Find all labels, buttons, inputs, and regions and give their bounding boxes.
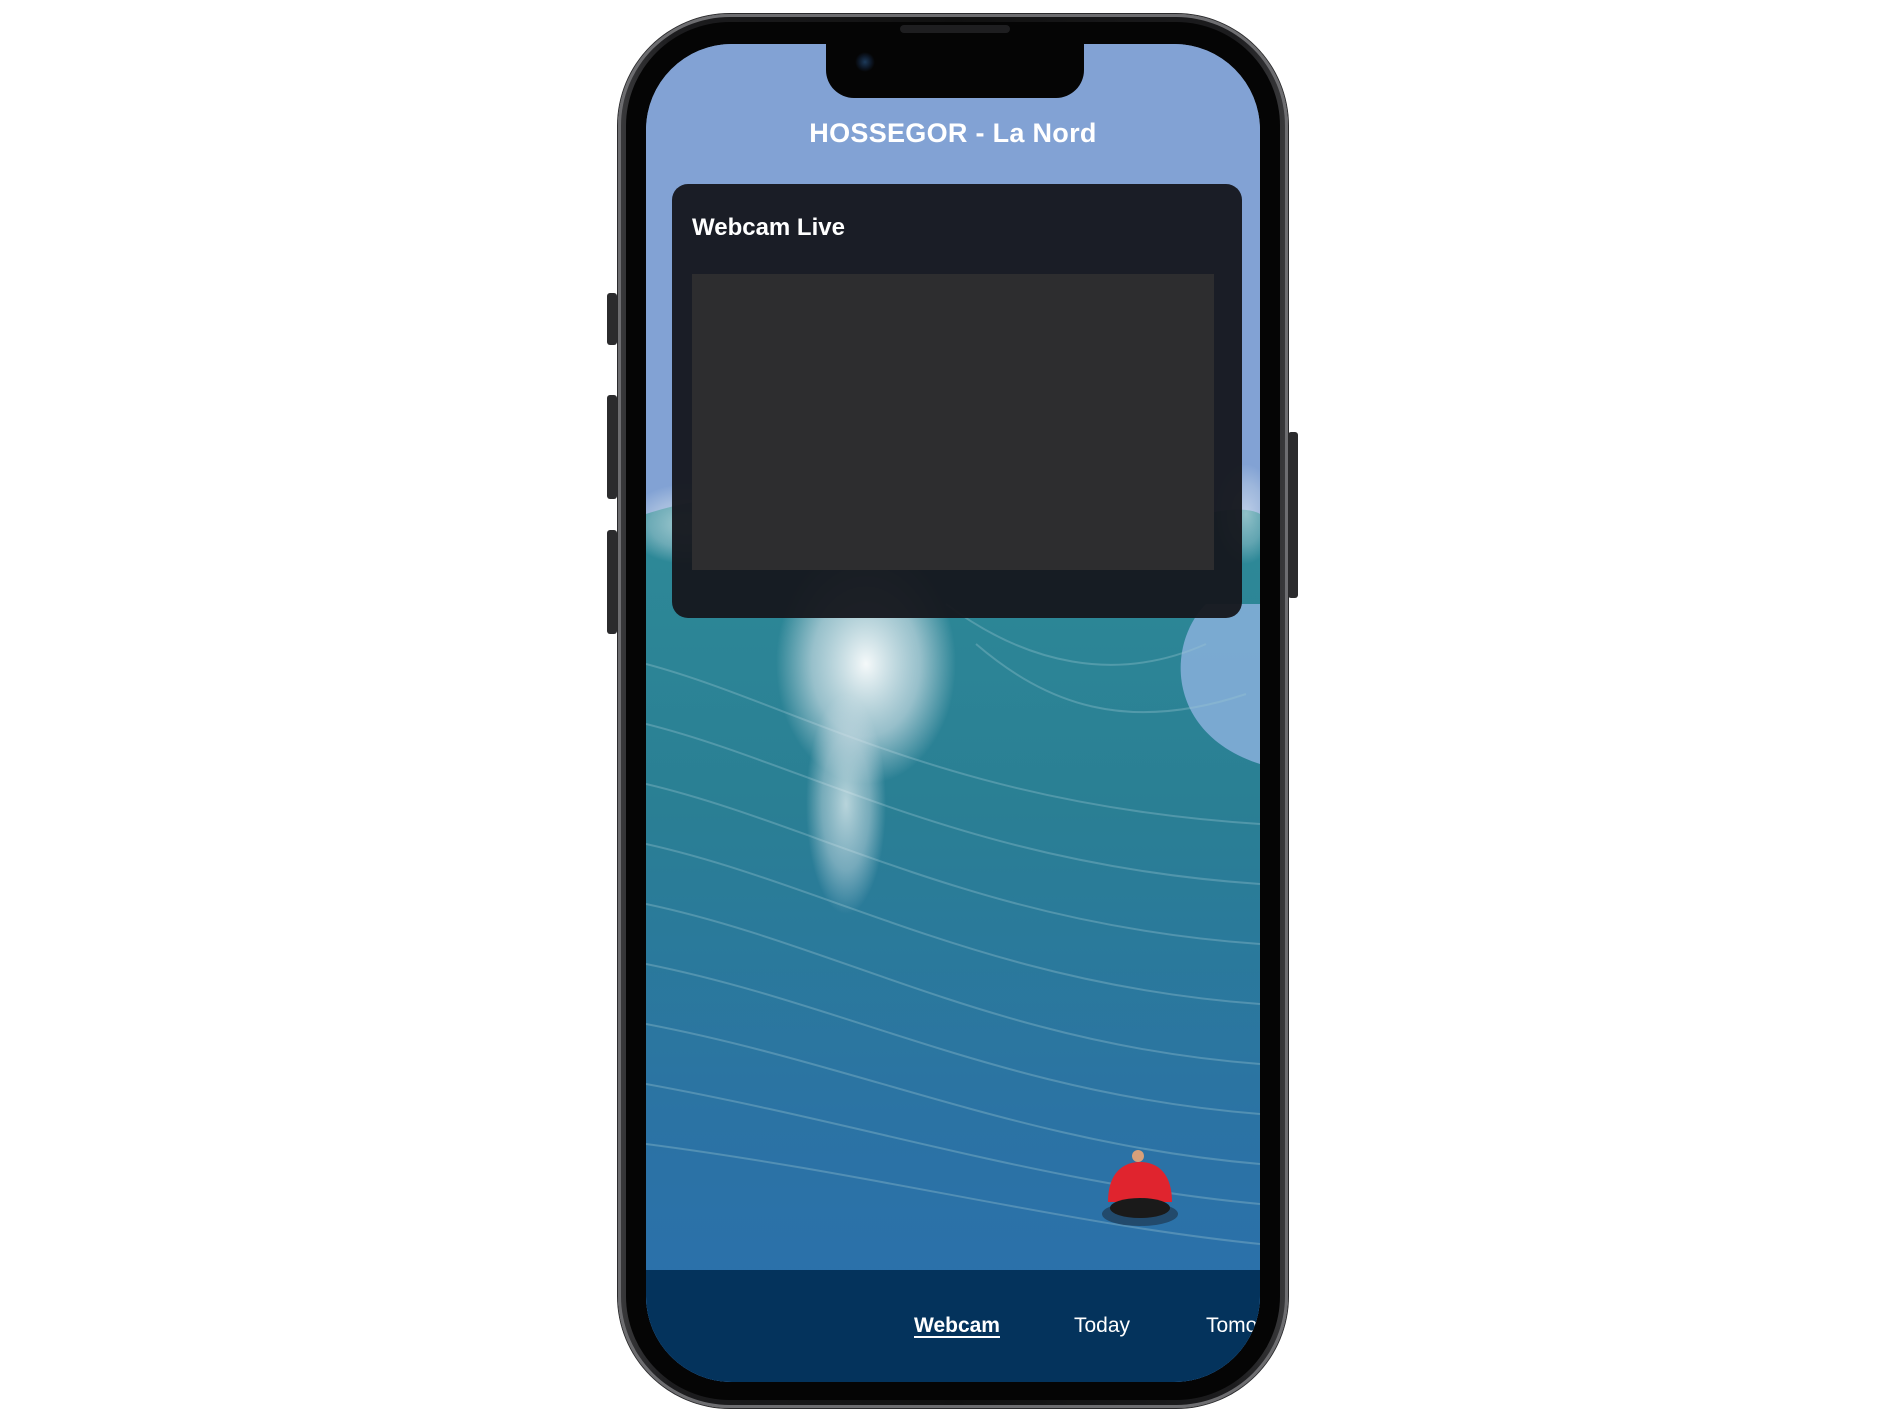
page-title: HOSSEGOR - La Nord <box>809 118 1097 148</box>
tab-tomorrow[interactable]: Tomor <box>1206 1314 1260 1338</box>
front-camera-icon <box>855 52 875 72</box>
tab-today[interactable]: Today <box>1074 1314 1130 1338</box>
mute-switch <box>607 293 617 345</box>
volume-down-button <box>607 530 617 634</box>
tab-webcam[interactable]: Webcam <box>914 1314 1000 1338</box>
webcam-video-player[interactable] <box>692 274 1214 570</box>
device-stage: Webcam Today Tomor HOSSEGOR - La Nord We… <box>0 0 1890 1417</box>
webcam-heading: Webcam Live <box>692 214 845 241</box>
webcam-card: Webcam Live <box>672 184 1242 618</box>
volume-up-button <box>607 395 617 499</box>
earpiece-speaker <box>900 25 1010 33</box>
power-button <box>1288 432 1298 598</box>
bottom-tab-bar: Webcam Today Tomor <box>646 1270 1260 1382</box>
